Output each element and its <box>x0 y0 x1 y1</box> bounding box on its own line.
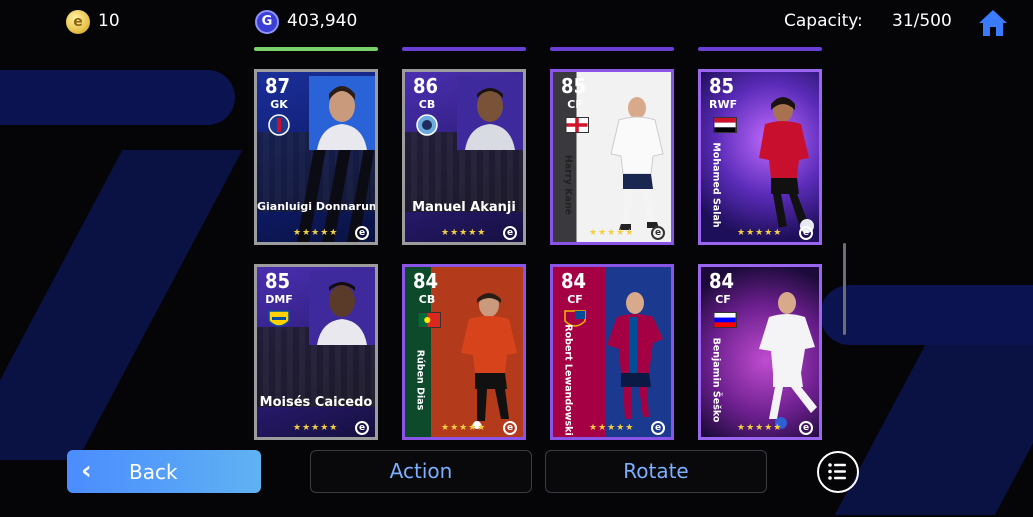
card-stars: ★★★★★ <box>737 228 783 238</box>
player-photo <box>759 292 817 429</box>
player-rating: 84 <box>709 269 735 293</box>
country-flag-icon <box>713 117 737 133</box>
player-name: Gianluigi Donnarumma <box>257 200 375 213</box>
background-shape <box>0 70 235 125</box>
player-name-vertical: Robert Lewandowski <box>559 324 577 435</box>
coin-count: 10 <box>98 11 120 31</box>
card-stars: ★★★★★ <box>589 423 635 433</box>
player-photo <box>457 76 523 150</box>
club-badge-icon <box>268 114 290 136</box>
list-menu-icon[interactable] <box>817 451 859 493</box>
player-name: Rúben Dias <box>414 349 426 411</box>
efootball-logo-icon: e <box>651 421 665 435</box>
player-card[interactable]: 87 GK Gianluigi Donnarumma ★★★★★ e <box>254 69 378 245</box>
player-card-list[interactable]: 87 GK Gianluigi Donnarumma ★★★★★ e 86 CB <box>250 44 830 442</box>
background-shape <box>820 285 1033 345</box>
card-stars: ★★★★★ <box>293 228 339 238</box>
player-card[interactable]: 85 RWF Mohamed Salah ★★★★★ e <box>698 69 822 245</box>
player-card[interactable]: 84 CF Robert Lewandowski ★★★★★ e <box>550 264 674 440</box>
player-photo <box>610 97 664 230</box>
card-edge-highlight <box>698 47 822 51</box>
card-stars: ★★★★★ <box>293 423 339 433</box>
player-photo <box>461 293 517 429</box>
capacity-value: 31/500 <box>892 11 952 31</box>
player-name: Benjamin Šeško <box>710 337 722 423</box>
player-rating: 85 <box>709 74 735 98</box>
efootball-logo-icon: e <box>503 226 517 240</box>
player-rating: 86 <box>413 74 439 98</box>
card-stars: ★★★★★ <box>441 228 487 238</box>
player-card[interactable]: 84 CF Benjamin Šeško ★★★★★ e <box>698 264 822 440</box>
efootball-logo-icon: e <box>651 226 665 240</box>
gp-count: 403,940 <box>287 11 358 31</box>
card-stars: ★★★★★ <box>441 423 487 433</box>
gp-icon: G <box>255 10 279 34</box>
back-button-label: Back <box>129 460 178 484</box>
player-name-vertical: Rúben Dias <box>411 335 429 425</box>
player-card[interactable]: 85 CF Harry Kane ★★★★★ e <box>550 69 674 245</box>
efootball-logo-icon: e <box>355 421 369 435</box>
rotate-button[interactable]: Rotate <box>545 450 767 493</box>
club-badge-icon <box>416 114 438 136</box>
player-position: CF <box>715 293 731 306</box>
player-name-vertical: Benjamin Šeško <box>707 335 725 425</box>
background-shape <box>0 150 243 460</box>
player-rating: 85 <box>265 269 291 293</box>
efootball-logo-icon: e <box>503 421 517 435</box>
efootball-logo-icon: e <box>799 226 813 240</box>
card-stars: ★★★★★ <box>737 423 783 433</box>
player-name: Moisés Caicedo <box>259 395 373 410</box>
card-edge-highlight <box>550 47 674 51</box>
player-position: CB <box>418 98 436 111</box>
capacity-label: Capacity: <box>784 11 863 31</box>
player-name: Mohamed Salah <box>710 142 722 228</box>
player-position: CF <box>567 293 583 306</box>
player-rating: 84 <box>561 269 587 293</box>
country-flag-icon <box>713 312 737 328</box>
country-badge-icon <box>268 310 290 327</box>
card-stars: ★★★★★ <box>589 228 635 238</box>
player-position: CF <box>567 98 583 111</box>
card-edge-highlight <box>402 47 526 51</box>
player-photo <box>759 97 814 233</box>
chevron-left-icon: ‹ <box>81 456 92 486</box>
home-icon[interactable] <box>977 8 1009 38</box>
player-photo <box>309 271 375 345</box>
list-scrollbar[interactable] <box>843 243 846 335</box>
efootball-logo-icon: e <box>799 421 813 435</box>
player-rating: 84 <box>413 269 439 293</box>
player-card[interactable]: 84 CB Rúben Dias ★★★★★ e <box>402 264 526 440</box>
player-name-vertical: Mohamed Salah <box>707 140 725 230</box>
top-bar: e 10 G 403,940 Capacity: 31/500 <box>0 0 1033 44</box>
background-shape <box>834 345 1033 515</box>
player-card[interactable]: 85 DMF Moisés Caicedo ★★★★★ e <box>254 264 378 440</box>
player-name: Harry Kane <box>562 154 574 216</box>
player-photo <box>309 76 375 150</box>
country-flag-icon <box>565 117 589 133</box>
efootball-logo-icon: e <box>355 226 369 240</box>
player-position: CB <box>418 293 436 306</box>
player-rating: 85 <box>561 74 587 98</box>
player-name: Manuel Akanji <box>412 200 516 215</box>
e-coin-icon: e <box>66 10 90 34</box>
player-card[interactable]: 86 CB Manuel Akanji ★★★★★ e <box>402 69 526 245</box>
back-button[interactable]: ‹ Back <box>67 450 261 493</box>
player-rating: 87 <box>265 74 291 98</box>
player-position: RWF <box>709 98 738 111</box>
country-flag-icon <box>417 312 441 328</box>
player-name-vertical: Harry Kane <box>559 140 577 230</box>
player-photo <box>607 292 663 419</box>
card-edge-highlight <box>254 47 378 51</box>
player-position: DMF <box>265 293 293 306</box>
player-name: Robert Lewandowski <box>562 324 574 436</box>
player-position: GK <box>270 98 288 111</box>
action-button[interactable]: Action <box>310 450 532 493</box>
